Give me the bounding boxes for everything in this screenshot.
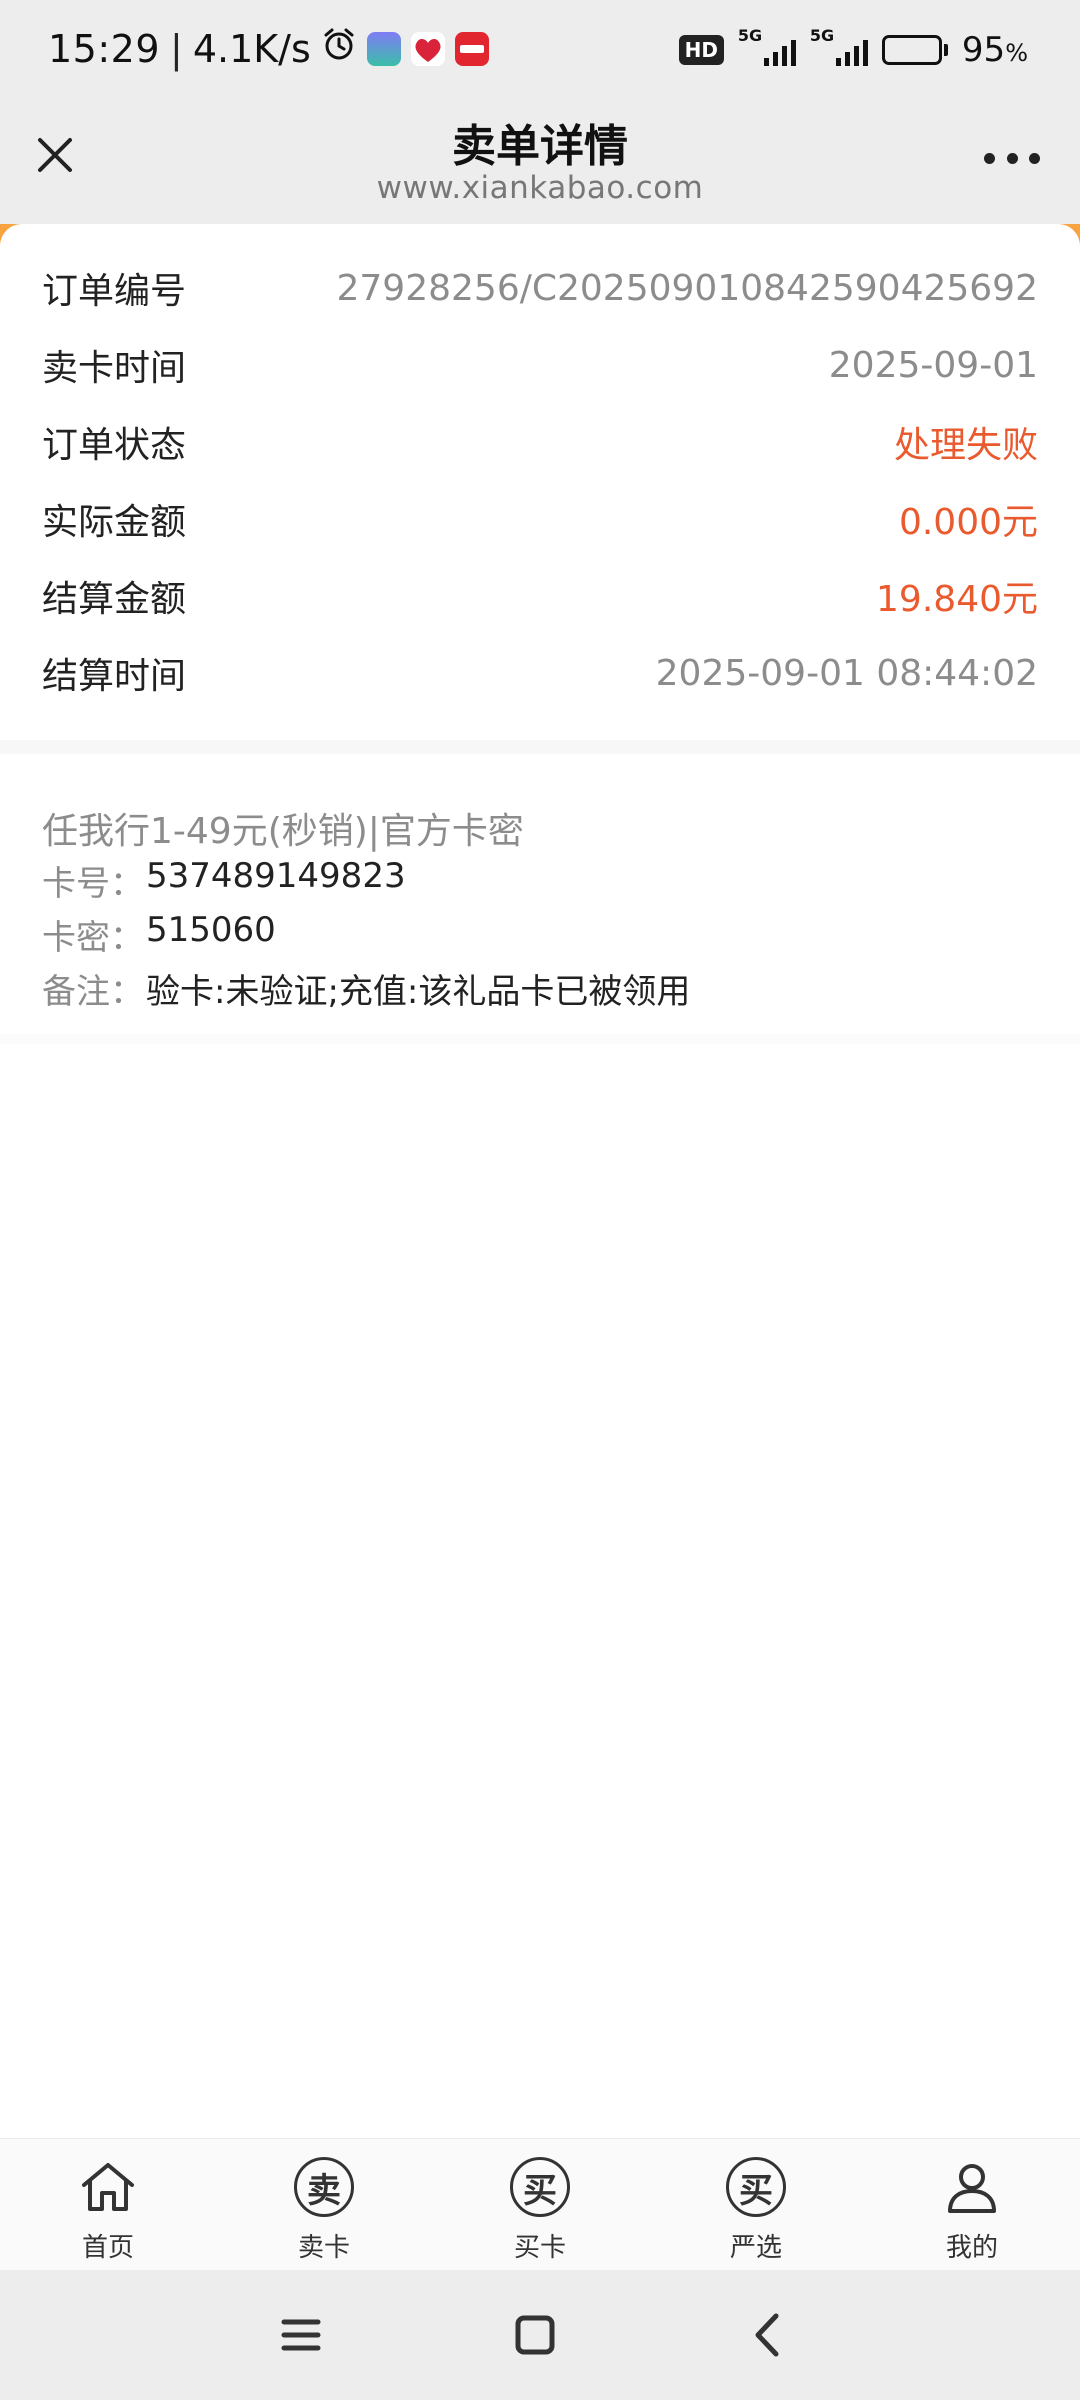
card-product-title: 任我行1-49元(秒销)|官方卡密	[42, 811, 524, 852]
card-note-value: 验卡:未验证;充值:该礼品卡已被领用	[146, 972, 691, 1012]
square-home-icon	[515, 2315, 555, 2355]
order-row-status: 订单状态 处理失败	[42, 414, 1038, 470]
back-chevron-icon	[755, 2313, 779, 2357]
card-info-section: 任我行1-49元(秒销)|官方卡密 卡号： 537489149823 卡密： 5…	[0, 754, 1080, 1034]
actual-amount-label: 实际金额	[42, 502, 187, 543]
system-nav-bar	[0, 2270, 1080, 2400]
card-number-line: 卡号： 537489149823	[42, 856, 406, 905]
hd-badge: HD	[678, 35, 724, 65]
alarm-icon	[321, 26, 357, 71]
status-left: 15:29 | 4.1K/s	[48, 26, 489, 71]
settle-amount-value: 19.840元	[876, 579, 1038, 620]
tab-home-label: 首页	[81, 2233, 134, 2263]
menu-button[interactable]	[266, 2300, 336, 2370]
home-icon	[76, 2155, 140, 2219]
order-id-label: 订单编号	[42, 271, 187, 312]
net-speed: 4.1K/s	[192, 26, 311, 71]
order-row-actual-amount: 实际金额 0.000元	[42, 491, 1038, 547]
more-dot-icon	[984, 152, 995, 164]
card-note-label: 备注：	[42, 972, 144, 1012]
tab-curated-label: 严选	[729, 2233, 782, 2263]
card-number-value: 537489149823	[146, 856, 406, 896]
card-number-label: 卡号：	[42, 864, 144, 904]
tab-curated[interactable]: 买 严选	[648, 2139, 864, 2271]
order-row-settle-time: 结算时间 2025-09-01 08:44:02	[42, 645, 1038, 701]
back-button[interactable]	[734, 2300, 804, 2370]
card-secret-value: 515060	[146, 910, 276, 950]
page-title: 卖单详情	[452, 121, 628, 172]
sim2-network: 5G	[809, 26, 835, 45]
card-secret-line: 卡密： 515060	[42, 910, 276, 959]
order-status-label: 订单状态	[42, 425, 187, 466]
shopping-app-icon	[410, 31, 445, 66]
sell-time-label: 卖卡时间	[42, 348, 187, 389]
tab-profile[interactable]: 我的	[864, 2139, 1080, 2271]
card-secret-label: 卡密：	[42, 918, 144, 958]
sim1-network: 5G	[737, 26, 763, 45]
more-dot-icon	[1029, 152, 1040, 164]
actual-amount-value: 0.000元	[898, 502, 1038, 543]
settle-time-label: 结算时间	[42, 656, 187, 697]
order-status-value: 处理失败	[893, 425, 1038, 466]
section-divider	[0, 740, 1080, 754]
tab-buy-card[interactable]: 买 买卡	[432, 2139, 648, 2271]
tab-profile-label: 我的	[945, 2233, 998, 2263]
status-time: 15:29	[48, 26, 161, 71]
profile-icon	[940, 2155, 1004, 2219]
bottom-tab-bar: 首页 卖 卖卡 买 买卡 买 严选 我的	[0, 2138, 1080, 2270]
order-id-value: 27928256/C202509010842590425692	[336, 267, 1039, 309]
status-bar: 15:29 | 4.1K/s HD 5G 5G 95%	[0, 0, 1080, 100]
home-nav-button[interactable]	[500, 2300, 570, 2370]
order-details-card: 订单编号 27928256/C202509010842590425692 卖卡时…	[0, 224, 1080, 740]
sell-time-value: 2025-09-01	[828, 344, 1038, 386]
battery-percent: 95%	[961, 30, 1028, 70]
order-row-id: 订单编号 27928256/C202509010842590425692	[42, 260, 1038, 316]
card-note-line: 备注： 验卡:未验证;充值:该礼品卡已被领用	[42, 964, 690, 1013]
settle-amount-label: 结算金额	[42, 579, 187, 620]
page-url: www.xiankabao.com	[376, 170, 704, 206]
tab-home[interactable]: 首页	[0, 2139, 216, 2271]
signal-sim2-icon: 5G	[810, 26, 868, 68]
tab-sell-card-label: 卖卡	[297, 2233, 350, 2263]
signal-sim1-icon: 5G	[738, 26, 796, 68]
menu-icon	[281, 2319, 321, 2351]
buy-card-icon: 买	[508, 2155, 572, 2219]
app-frame: 15:29 | 4.1K/s HD 5G 5G 95% 卖单详情 www.xia…	[0, 0, 1080, 2400]
more-options-button[interactable]	[984, 148, 1040, 168]
news-app-icon	[454, 31, 489, 66]
status-separator: |	[170, 26, 183, 71]
order-row-settle-amount: 结算金额 19.840元	[42, 568, 1038, 624]
settle-time-value: 2025-09-01 08:44:02	[655, 652, 1038, 694]
page-header: 卖单详情 www.xiankabao.com	[0, 100, 1080, 224]
order-row-sell-time: 卖卡时间 2025-09-01	[42, 337, 1038, 393]
wallet-app-icon	[366, 31, 401, 66]
tab-buy-card-label: 买卡	[513, 2233, 566, 2263]
curated-icon: 买	[724, 2155, 788, 2219]
tab-sell-card[interactable]: 卖 卖卡	[216, 2139, 432, 2271]
status-right: HD 5G 5G 95%	[678, 26, 1028, 70]
section-bottom-divider	[0, 1034, 1080, 1044]
battery-icon	[881, 35, 948, 65]
more-dot-icon	[1006, 152, 1018, 164]
sell-card-icon: 卖	[292, 2155, 356, 2219]
